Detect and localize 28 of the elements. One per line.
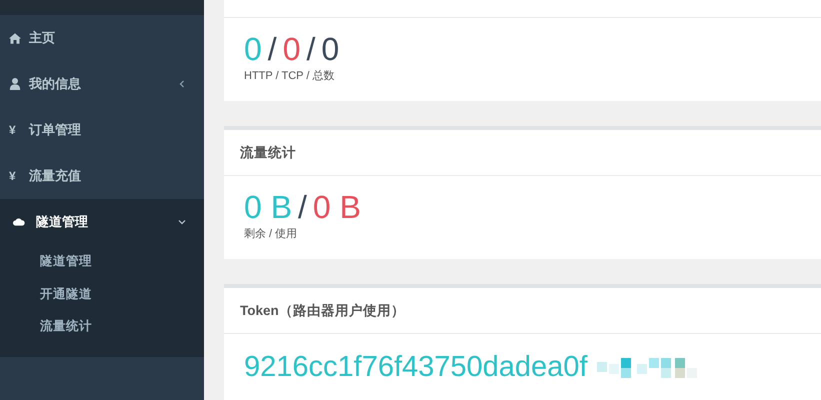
stat-value: / [268, 32, 277, 66]
token-value: 9216cc1f76f43750dadea0f [244, 351, 588, 384]
stat-value: 0 [282, 32, 300, 66]
submenu-item[interactable]: 开通隧道 [40, 278, 204, 310]
stat-value: 0 B [244, 190, 292, 224]
nav-item[interactable]: 我的信息 [0, 61, 204, 107]
yen-icon: ¥ [9, 169, 21, 183]
card-title: 流量统计 [240, 144, 296, 162]
stat-caption: HTTP / TCP / 总数 [244, 69, 336, 83]
stat-value: / [298, 190, 307, 224]
stat-value: 0 [244, 32, 262, 66]
stat-value: / [306, 32, 316, 66]
nav-item[interactable]: 隧道管理 [0, 199, 204, 245]
chevron-down-icon [178, 218, 186, 226]
yen-icon: ¥ [9, 123, 21, 137]
cloud-icon [13, 217, 25, 227]
stat-value: 0 B [312, 190, 361, 224]
submenu-item[interactable]: 隧道管理 [40, 245, 204, 278]
nav-item[interactable]: ¥ 流量充值 [0, 153, 204, 199]
card-title: Token（路由器用户使用） [240, 302, 405, 320]
nav-item[interactable]: ¥ 订单管理 [0, 107, 204, 153]
user-icon [9, 78, 21, 90]
submenu-item[interactable]: 流量统计 [40, 310, 204, 342]
chevron-left-icon [178, 80, 186, 88]
stat-value: 0 [321, 32, 340, 66]
nav-item[interactable]: 主页 [0, 15, 204, 61]
home-icon [9, 32, 21, 44]
stat-caption: 剩余 / 使用 [244, 227, 298, 241]
